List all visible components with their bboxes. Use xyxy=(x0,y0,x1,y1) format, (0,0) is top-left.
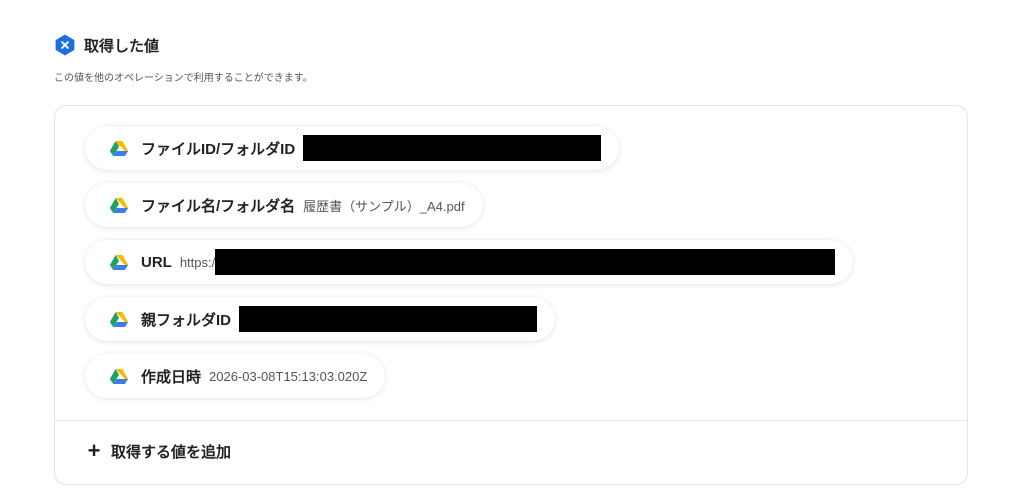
google-drive-icon xyxy=(109,368,129,384)
redacted-value xyxy=(239,306,538,332)
value-chip-label: URL xyxy=(141,253,172,271)
value-chip-parent-folder-id[interactable]: 親フォルダID xyxy=(85,297,556,341)
value-chip-created-at[interactable]: 作成日時 2026-03-08T15:13:03.020Z xyxy=(85,354,386,398)
value-chip-value: https:/ xyxy=(179,254,216,270)
section-title: 取得した値 xyxy=(84,37,160,55)
value-chip-value: 履歴書（サンプル）_A4.pdf xyxy=(303,198,465,214)
google-drive-icon xyxy=(109,311,129,327)
divider xyxy=(55,420,967,421)
value-chip-label: 作成日時 xyxy=(141,368,202,386)
value-chip-label: ファイル名/フォルダ名 xyxy=(141,197,296,215)
redacted-value xyxy=(303,135,602,161)
redacted-value xyxy=(215,249,836,275)
values-card: ファイルID/フォルダID ファイル名/フォルダ名 履歴書（サンプル）_A4.p… xyxy=(54,105,968,485)
google-drive-icon xyxy=(109,140,129,156)
add-value-button[interactable]: + 取得する値を追加 xyxy=(85,440,231,462)
value-chip-file-id[interactable]: ファイルID/フォルダID xyxy=(85,126,620,170)
section-description: この値を他のオペレーションで利用することができます。 xyxy=(54,73,313,84)
section-header: 取得した値 xyxy=(54,34,159,56)
google-drive-icon xyxy=(109,254,129,270)
value-chip-value: 2026-03-08T15:13:03.020Z xyxy=(209,368,368,384)
plus-icon: + xyxy=(87,438,101,463)
hexagon-x-icon xyxy=(55,34,75,56)
value-chip-label: ファイルID/フォルダID xyxy=(141,140,296,158)
google-drive-icon xyxy=(109,197,129,213)
add-value-label: 取得する値を追加 xyxy=(111,443,232,461)
value-chip-file-name[interactable]: ファイル名/フォルダ名 履歴書（サンプル）_A4.pdf xyxy=(85,183,483,227)
value-chip-url[interactable]: URL https:/ xyxy=(85,240,854,284)
value-chip-label: 親フォルダID xyxy=(141,311,232,329)
